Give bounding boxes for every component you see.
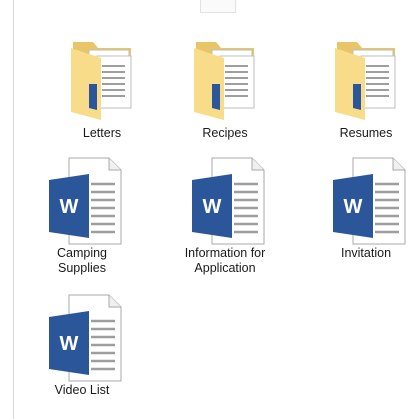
word-letter: W <box>60 333 79 355</box>
navigation-pane-divider <box>13 0 14 419</box>
item-label: Recipes <box>202 126 248 140</box>
item-label: Letters <box>82 126 122 140</box>
file-explorer-content-pane: Letters Recipes Resumes W Camping Suppli… <box>0 0 420 419</box>
document-item-camping-supplies[interactable]: W Camping Supplies <box>22 156 142 276</box>
word-letter: W <box>344 196 363 218</box>
item-label: Information for Application <box>184 246 266 275</box>
folder-item-resumes[interactable]: Resumes <box>306 36 420 141</box>
item-label: Video List <box>54 383 110 397</box>
word-letter: W <box>60 196 79 218</box>
document-item-information-for-application[interactable]: W Information for Application <box>165 156 285 276</box>
folder-item-letters[interactable]: Letters <box>42 36 162 141</box>
word-document-icon: W <box>22 156 142 246</box>
folder-item-recipes[interactable]: Recipes <box>165 36 285 141</box>
word-document-icon: W <box>22 293 142 383</box>
folder-icon <box>165 36 285 126</box>
document-item-invitation[interactable]: W Invitation <box>306 156 420 261</box>
folder-icon <box>42 36 162 126</box>
word-document-icon: W <box>165 156 285 246</box>
item-label: Camping Supplies <box>56 246 108 275</box>
document-item-video-list[interactable]: W Video List <box>22 293 142 398</box>
folder-icon <box>306 36 420 126</box>
word-document-icon: W <box>306 156 420 246</box>
item-label: Resumes <box>339 126 393 140</box>
item-label: Invitation <box>340 246 392 260</box>
word-letter: W <box>203 196 222 218</box>
column-header-stub <box>200 0 236 13</box>
